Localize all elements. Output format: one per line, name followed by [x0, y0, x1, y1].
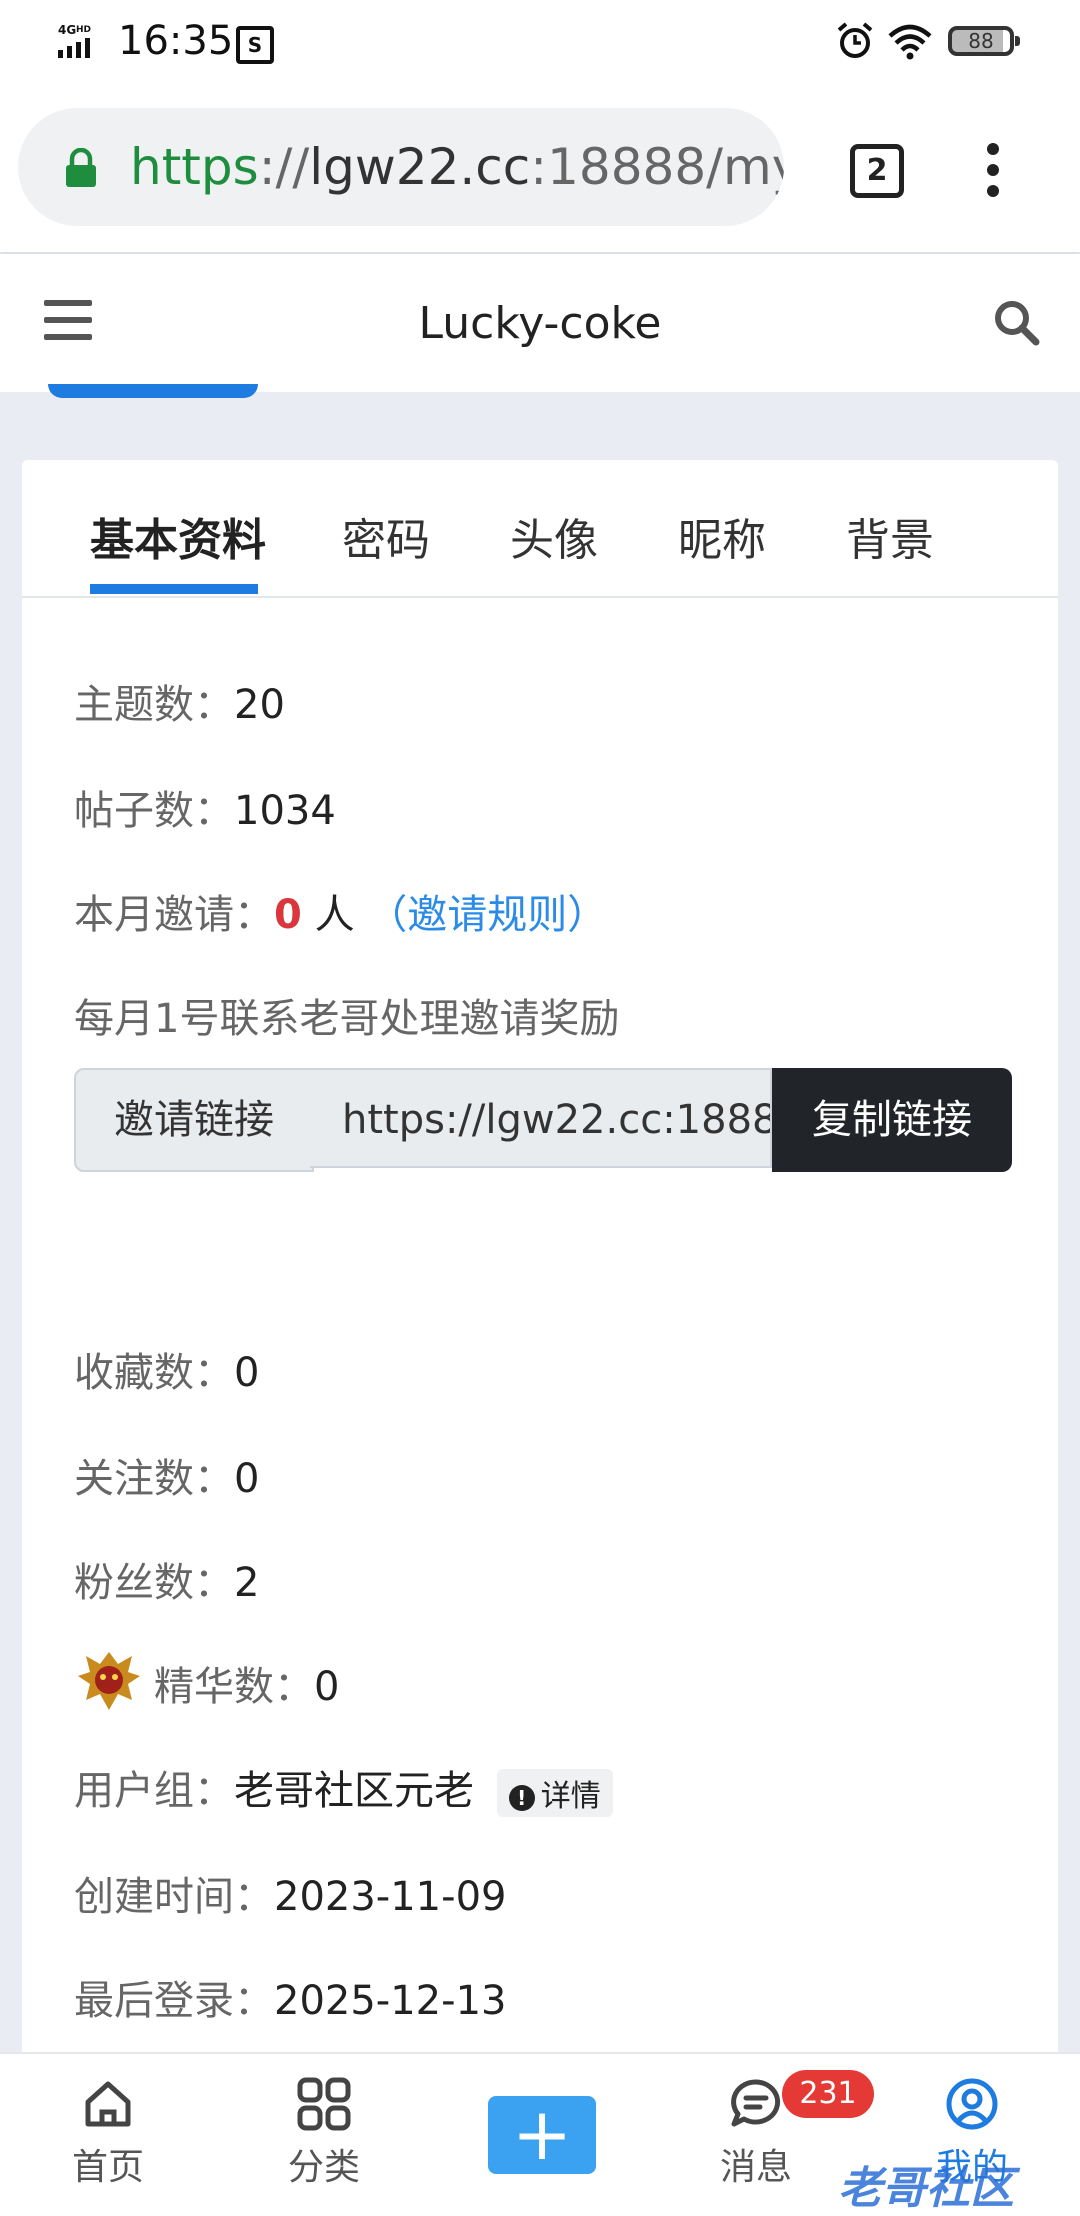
- app-header: Lucky-coke: [0, 254, 1080, 392]
- tab-basic-info[interactable]: 基本资料: [90, 504, 266, 568]
- last-login-row: 最后登录：2025-12-13: [74, 1978, 507, 2024]
- essence-count-row: 精华数：0: [154, 1664, 340, 1710]
- dragon-medal-icon: [78, 1652, 140, 1710]
- browser-toolbar: https://lgw22.cc:18888/my.h 2: [0, 86, 1080, 252]
- info-icon: !: [508, 1784, 535, 1811]
- favorites-count-row: 收藏数：0: [74, 1350, 260, 1396]
- invite-link-label: 邀请链接: [74, 1068, 314, 1172]
- address-bar[interactable]: https://lgw22.cc:18888/my.h: [18, 108, 784, 226]
- status-bar: 4G HD 16:35 S 88: [0, 0, 1080, 86]
- header-accent: [48, 384, 258, 398]
- invite-rules-link[interactable]: （邀请规则）: [367, 892, 607, 938]
- url-text: https://lgw22.cc:18888/my.h: [130, 138, 784, 196]
- search-icon[interactable]: [992, 298, 1040, 346]
- profile-tabs: 基本资料 密码 头像 昵称 背景: [22, 460, 1058, 598]
- tab-nickname[interactable]: 昵称: [678, 504, 766, 568]
- home-icon: [85, 2081, 131, 2127]
- wifi-icon: [888, 24, 932, 60]
- tab-avatar[interactable]: 头像: [510, 504, 598, 568]
- battery-icon: 88: [948, 26, 1020, 56]
- site-watermark: 老哥社区: [838, 2163, 1014, 2214]
- more-options-icon[interactable]: [986, 142, 1000, 198]
- svg-text:4G: 4G: [58, 23, 76, 37]
- grid-icon: [297, 2077, 351, 2131]
- alarm-icon: [837, 22, 873, 58]
- created-time-row: 创建时间：2023-11-09: [74, 1874, 507, 1920]
- messages-count-badge: 231: [782, 2070, 874, 2118]
- svg-text:HD: HD: [76, 25, 91, 35]
- tab-switcher-button[interactable]: 2: [850, 144, 904, 198]
- invite-notice: 每月1号联系老哥处理邀请奖励: [74, 996, 620, 1042]
- new-post-button[interactable]: +: [488, 2096, 596, 2174]
- topics-count-row: 主题数：20: [74, 682, 285, 728]
- group-detail-button[interactable]: ! 详情: [496, 1769, 613, 1817]
- posts-count-row: 帖子数：1034: [74, 788, 336, 834]
- lock-icon: [66, 148, 96, 187]
- copy-link-button[interactable]: 复制链接: [772, 1068, 1012, 1172]
- clock: 16:35: [118, 18, 234, 64]
- bottom-navigation: 首页 分类 + 消息 231 我的 老哥社区: [0, 2052, 1080, 2216]
- signal-icon: 4G HD: [58, 23, 91, 58]
- tab-background[interactable]: 背景: [846, 504, 934, 568]
- active-tab-indicator: [90, 584, 258, 594]
- following-count-row: 关注数：0: [74, 1456, 260, 1502]
- monthly-invites-row: 本月邀请：0 人 （邀请规则）: [74, 892, 608, 938]
- tab-password[interactable]: 密码: [342, 504, 430, 568]
- invite-link-group: 邀请链接 https://lgw22.cc:18888 复制链接: [74, 1068, 1012, 1172]
- nav-home[interactable]: 首页: [38, 2076, 178, 2190]
- fans-count-row: 粉丝数：2: [74, 1560, 260, 1606]
- user-group-row: 用户组：老哥社区元老 ! 详情: [74, 1758, 613, 1817]
- screenshot-icon: S: [236, 26, 274, 64]
- chat-icon: [731, 2079, 781, 2127]
- invite-link-field[interactable]: https://lgw22.cc:18888: [310, 1068, 772, 1168]
- nav-categories[interactable]: 分类: [254, 2076, 394, 2190]
- site-title[interactable]: Lucky-coke: [0, 298, 1080, 349]
- profile-card: 基本资料 密码 头像 昵称 背景 主题数：20 帖子数：1034 本月邀请：0 …: [22, 460, 1058, 2060]
- user-icon: [946, 2078, 998, 2130]
